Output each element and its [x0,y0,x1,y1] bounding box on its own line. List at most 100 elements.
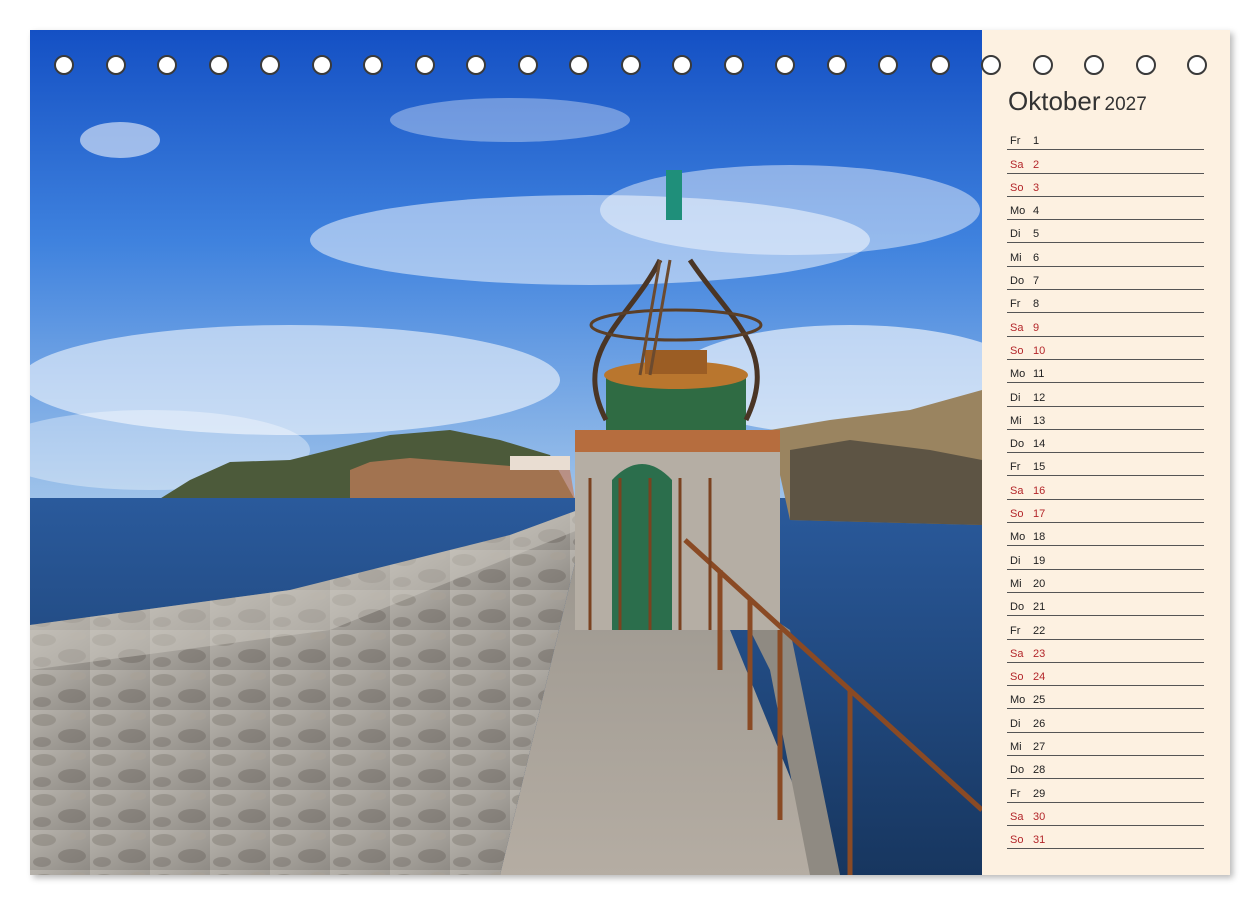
weekday-label: Fr [1010,787,1021,800]
day-row: Mi 6 [1007,243,1204,267]
weekday-label: Mo [1010,694,1026,707]
weekday-label: So [1010,671,1024,684]
day-number: 21 [1033,601,1046,614]
day-number: 31 [1033,834,1046,847]
day-row: Mo 11 [1007,360,1204,384]
calendar-page: Oktober 2027 Fr 1 Sa 2 So 3 Mo 4 Di 5 Mi 6 Do 7 Fr 8 Sa 9 S… [30,30,1230,875]
day-number: 16 [1033,484,1046,497]
day-row: Di 5 [1007,220,1204,244]
weekday-label: Sa [1010,484,1024,497]
lighthouse-photo [30,30,982,875]
weekday-label: Do [1010,438,1025,451]
weekday-label: Mo [1010,205,1026,218]
day-number: 6 [1033,251,1040,264]
day-row: Do 28 [1007,756,1204,780]
weekday-label: Sa [1010,158,1024,171]
day-row: Di 26 [1007,709,1204,733]
weekday-label: So [1010,181,1024,194]
day-row: Fr 1 [1007,127,1204,151]
weekday-label: Di [1010,717,1021,730]
day-row: Fr 15 [1007,453,1204,477]
day-row: Mi 20 [1007,570,1204,593]
day-row: Sa 30 [1007,803,1204,826]
weekday-label: Mi [1010,251,1022,264]
day-number: 13 [1033,414,1046,427]
weekday-label: So [1010,344,1024,357]
day-row: So 10 [1007,337,1204,360]
day-row: Sa 9 [1007,313,1204,337]
day-number: 29 [1033,787,1046,800]
day-row: Mi 27 [1007,733,1204,757]
day-number: 1 [1033,135,1040,148]
weekday-label: Do [1010,764,1025,777]
weekday-label: Di [1010,391,1021,404]
weekday-label: Mi [1010,741,1022,754]
day-number: 30 [1033,810,1046,823]
day-row: Mo 18 [1007,523,1204,547]
day-number: 27 [1033,741,1046,754]
day-row: Sa 2 [1007,150,1204,174]
day-row: So 3 [1007,174,1204,197]
weekday-label: Fr [1010,461,1021,474]
day-row: Mi 13 [1007,407,1204,430]
day-row: Sa 23 [1007,640,1204,663]
month-name: Oktober [1008,86,1101,116]
weekday-label: Di [1010,228,1021,241]
day-number: 15 [1033,461,1046,474]
weekday-label: Sa [1010,810,1024,823]
calendar-panel: Oktober 2027 Fr 1 Sa 2 So 3 Mo 4 Di 5 Mi 6 Do 7 Fr 8 Sa 9 S… [982,30,1230,875]
day-row: So 31 [1007,826,1204,850]
day-number: 28 [1033,764,1046,777]
weekday-label: Fr [1010,135,1021,148]
day-row: Do 7 [1007,267,1204,291]
day-number: 14 [1033,438,1046,451]
weekday-label: So [1010,508,1024,521]
day-number: 26 [1033,717,1046,730]
day-row: Mo 4 [1007,197,1204,221]
weekday-label: Mi [1010,577,1022,590]
day-number: 23 [1033,647,1046,660]
day-number: 24 [1033,671,1046,684]
day-number: 9 [1033,321,1040,334]
weekday-label: Sa [1010,321,1024,334]
weekday-label: Fr [1010,624,1021,637]
day-row: Di 12 [1007,383,1204,407]
day-number: 7 [1033,275,1040,288]
day-list: Fr 1 Sa 2 So 3 Mo 4 Di 5 Mi 6 Do 7 Fr 8 Sa 9 So 10 Mo 11 Di 12 M… [1007,127,1204,850]
weekday-label: Mo [1010,368,1026,381]
day-row: Do 14 [1007,430,1204,454]
weekday-label: Do [1010,275,1025,288]
day-number: 17 [1033,508,1046,521]
day-row: Sa 16 [1007,476,1204,500]
day-number: 2 [1033,158,1040,171]
month-title: Oktober 2027 [1008,86,1147,117]
day-number: 3 [1033,181,1040,194]
day-row: Fr 8 [1007,290,1204,314]
weekday-label: Mi [1010,414,1022,427]
day-row: Fr 22 [1007,616,1204,640]
weekday-label: So [1010,834,1024,847]
weekday-label: Sa [1010,647,1024,660]
day-number: 8 [1033,298,1040,311]
day-row: So 24 [1007,663,1204,687]
day-number: 20 [1033,577,1046,590]
day-number: 18 [1033,531,1046,544]
day-row: Fr 29 [1007,779,1204,803]
weekday-label: Di [1010,554,1021,567]
day-number: 25 [1033,694,1046,707]
day-number: 4 [1033,205,1040,218]
day-number: 19 [1033,554,1046,567]
weekday-label: Do [1010,601,1025,614]
day-row: So 17 [1007,500,1204,524]
day-row: Mo 25 [1007,686,1204,710]
day-number: 22 [1033,624,1046,637]
day-row: Do 21 [1007,593,1204,617]
day-row: Di 19 [1007,546,1204,570]
weekday-label: Fr [1010,298,1021,311]
day-number: 12 [1033,391,1046,404]
day-number: 10 [1033,344,1046,357]
day-number: 11 [1033,368,1045,381]
weekday-label: Mo [1010,531,1026,544]
day-number: 5 [1033,228,1040,241]
year: 2027 [1104,94,1147,115]
